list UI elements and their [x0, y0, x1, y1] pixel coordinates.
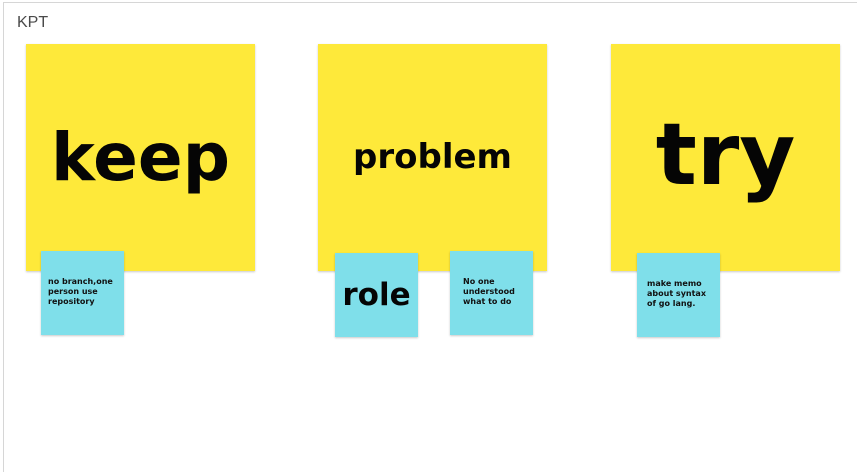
sticky-note-keep[interactable]: keep — [26, 44, 255, 271]
sticky-note-problem[interactable]: problem — [318, 44, 547, 271]
sticky-note-role[interactable]: role — [335, 253, 418, 337]
sticky-note-problem-detail[interactable]: No one understood what to do — [450, 251, 533, 335]
sticky-note-keep-detail[interactable]: no branch,one person use repository — [41, 251, 124, 335]
keep-detail-text: no branch,one person use repository — [48, 277, 113, 306]
board-title: KPT — [17, 14, 49, 31]
keep-label: keep — [51, 118, 230, 196]
problem-detail-text: No one understood what to do — [463, 277, 515, 306]
try-label: try — [655, 104, 796, 205]
try-detail-text: make memo about syntax of go lang. — [647, 279, 706, 308]
problem-label: problem — [353, 136, 512, 177]
sticky-note-try-detail[interactable]: make memo about syntax of go lang. — [637, 253, 720, 337]
sticky-note-try[interactable]: try — [611, 44, 840, 271]
role-label: role — [342, 276, 411, 313]
